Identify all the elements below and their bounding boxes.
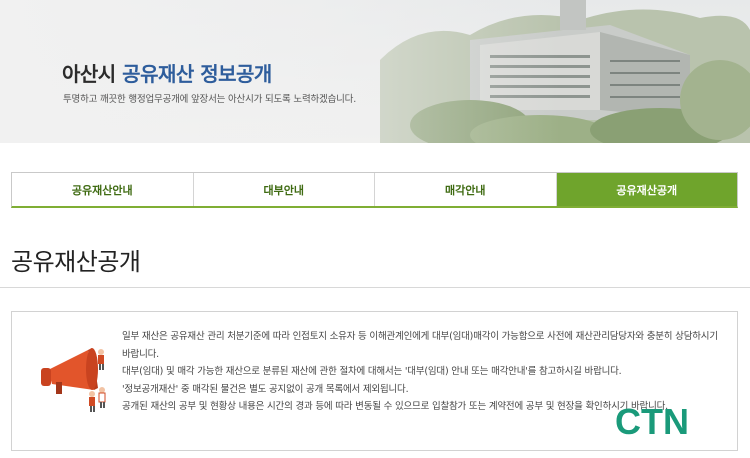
tab-public-property-disclosure[interactable]: 공유재산공개: [556, 173, 737, 206]
content-tabs: 공유재산안내 대부안내 매각안내 공유재산공개: [11, 172, 738, 208]
watermark-text: CTN: [615, 401, 689, 442]
notice-paragraph: '정보공개재산' 중 매각된 물건은 별도 공지없이 공개 목록에서 제외됩니다…: [122, 383, 409, 395]
tab-sale-info[interactable]: 매각안내: [375, 173, 557, 206]
megaphone-icon: [41, 348, 106, 412]
banner-title-prefix: 아산시: [62, 62, 116, 86]
banner-title-accent: 공유재산 정보공개: [122, 62, 272, 86]
page-title: 공유재산공개: [11, 248, 141, 276]
banner-subtitle: 투명하고 깨끗한 행정업무공개에 앞장서는 아산시가 되도록 노력하겠습니다.: [63, 94, 357, 105]
title-divider: [0, 287, 750, 288]
banner-title: 아산시 공유재산 정보공개: [62, 58, 272, 87]
notice-paragraph: 일부 재산은 공유재산 관리 처분기준에 따라 인접토지 소유자 등 이해관계인…: [122, 331, 718, 360]
notice-paragraph: 대부(임대) 및 매각 가능한 재산으로 분류된 재산에 관한 절차에 대해서는…: [122, 366, 622, 377]
tab-lease-info[interactable]: 대부안내: [194, 173, 375, 206]
header-banner: 아산시 공유재산 정보공개 투명하고 깨끗한 행정업무공개에 앞장서는 아산시가…: [0, 0, 750, 143]
tab-public-property-info[interactable]: 공유재산안내: [12, 173, 194, 206]
ctn-watermark-logo: CTN: [615, 401, 689, 442]
